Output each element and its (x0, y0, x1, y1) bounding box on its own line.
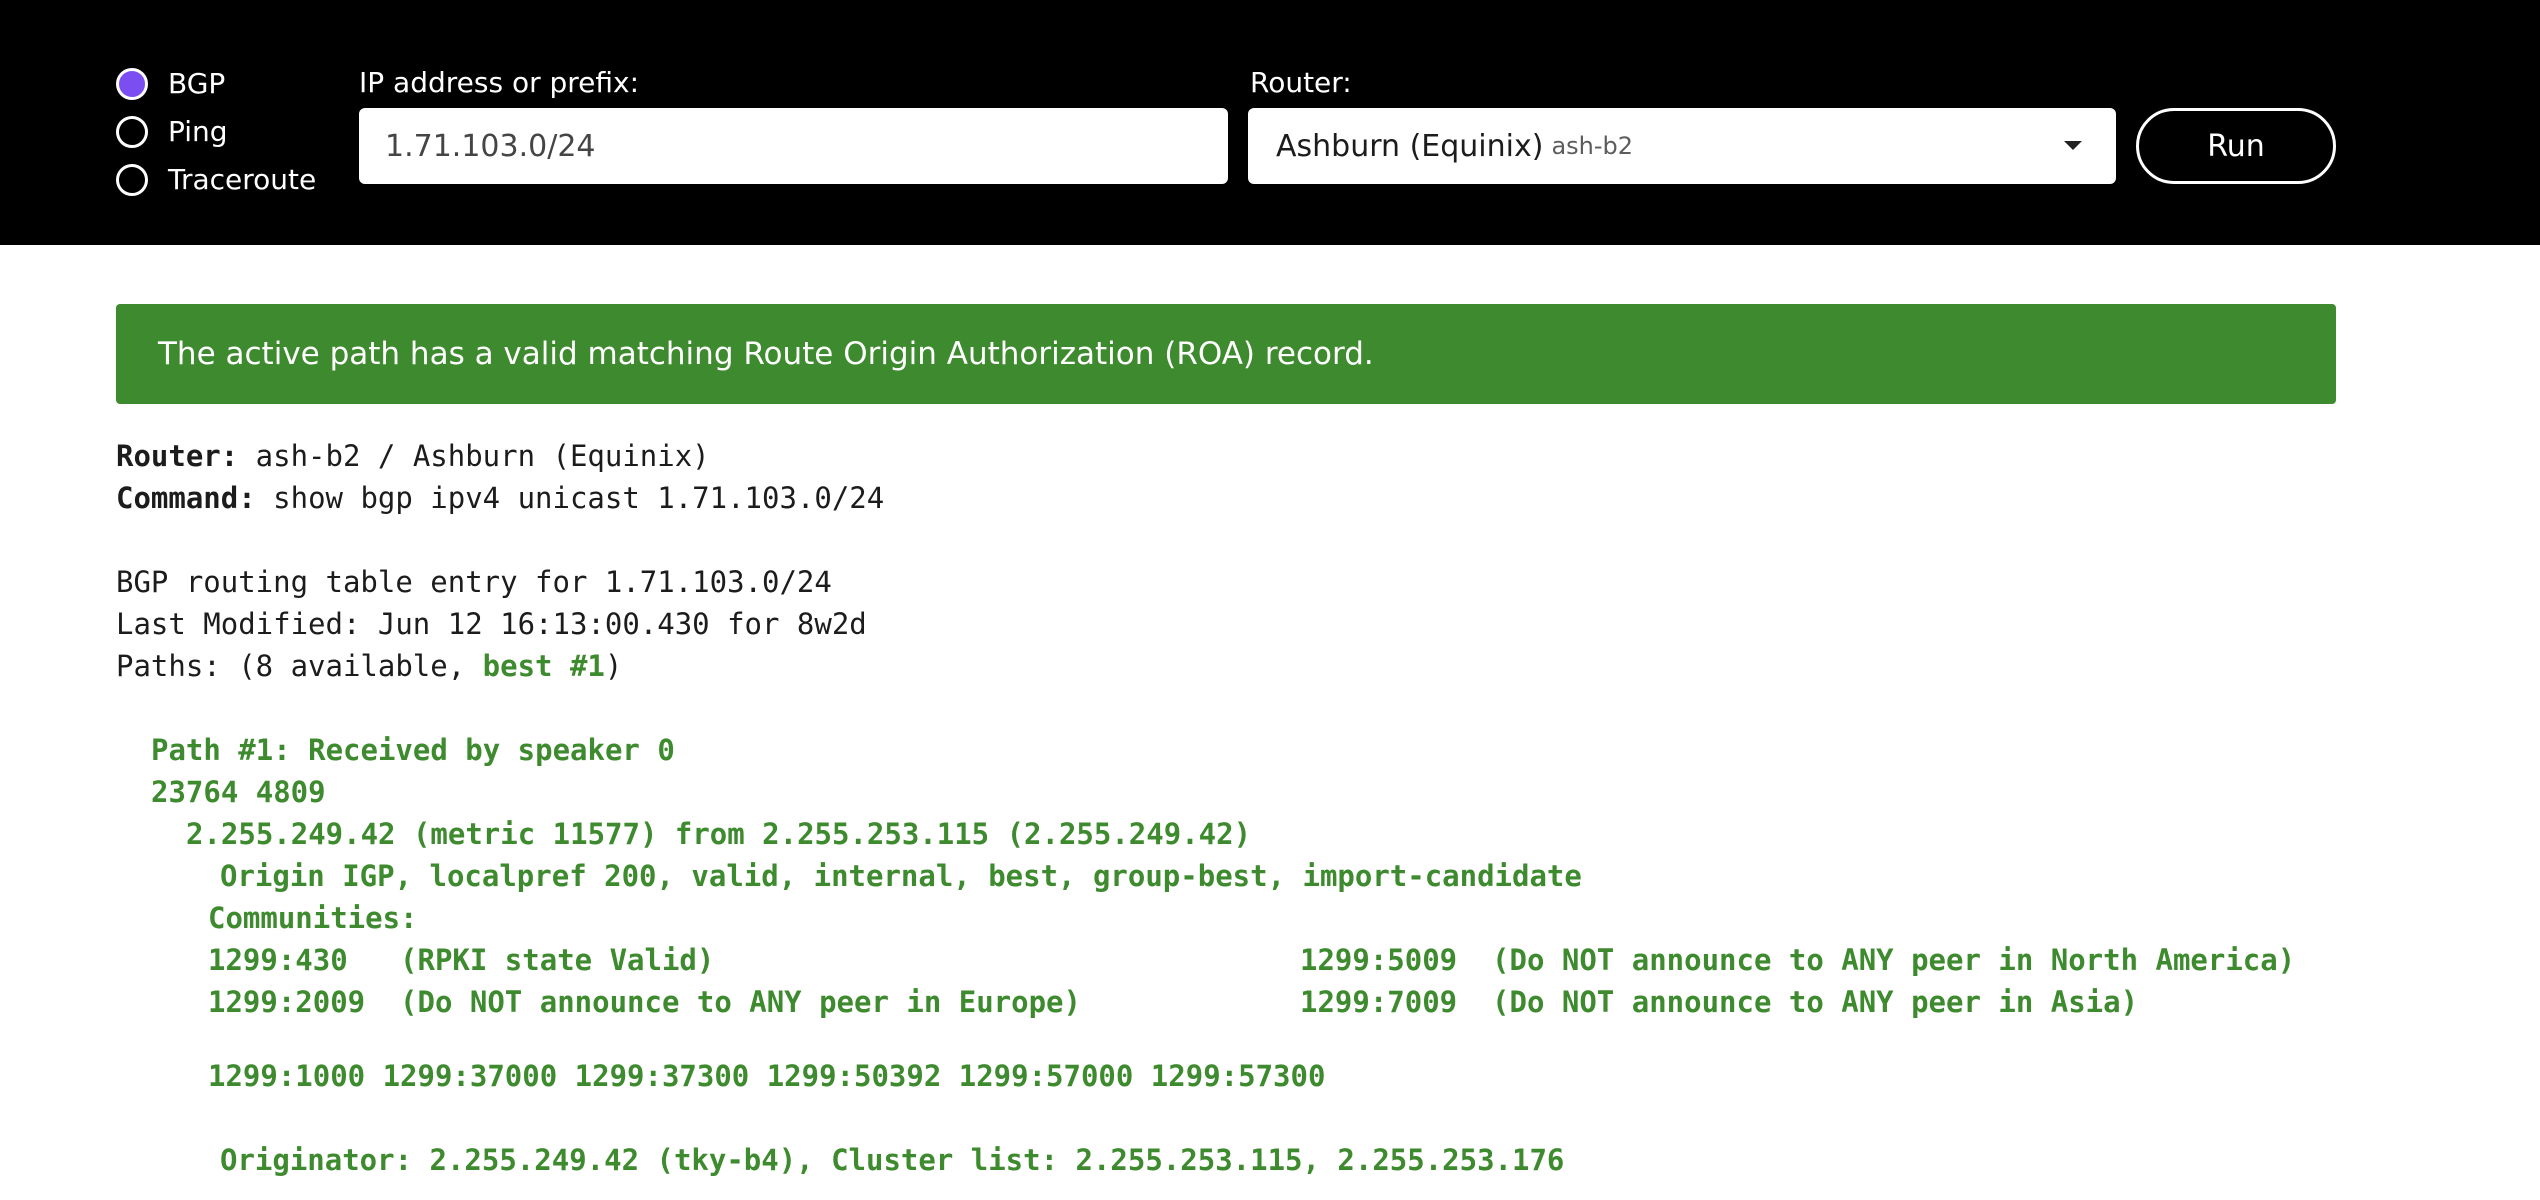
radio-ping-label: Ping (168, 115, 228, 148)
path-originator: Originator: 2.255.249.42 (tky-b4), Clust… (220, 1143, 1565, 1177)
radio-bgp-circle[interactable] (116, 68, 148, 100)
community-list: 1299:1000 1299:37000 1299:37300 1299:503… (208, 1059, 1326, 1093)
output-router-value: ash-b2 / Ashburn (Equinix) (238, 439, 710, 473)
query-type-group: BGP Ping Traceroute (116, 60, 316, 204)
output-paths-best: best #1 (482, 649, 605, 683)
radio-bgp-label: BGP (168, 67, 226, 100)
community-entry: 1299:7009 (Do NOT announce to ANY peer i… (1300, 985, 2139, 1019)
path-header: Path #1: Received by speaker 0 (151, 733, 675, 767)
bgp-output: Router: ash-b2 / Ashburn (Equinix) Comma… (116, 435, 2416, 1181)
community-row: 1299:2009 (Do NOT announce to ANY peer i… (116, 981, 2416, 1023)
output-last-modified: Last Modified: Jun 12 16:13:00.430 for 8… (116, 607, 867, 641)
radio-traceroute-label: Traceroute (168, 163, 317, 196)
radio-bgp[interactable]: BGP (116, 60, 316, 108)
radio-traceroute-circle[interactable] (116, 164, 148, 196)
router-select-code: ash-b2 (1551, 132, 1634, 160)
path-as-path: 23764 4809 (151, 775, 326, 809)
community-entry: 1299:430 (RPKI state Valid) (208, 943, 715, 977)
router-select[interactable]: Ashburn (Equinix) ash-b2 (1248, 108, 2116, 184)
ip-input[interactable] (359, 108, 1228, 184)
output-command-key: Command: (116, 481, 256, 515)
community-entry: 1299:2009 (Do NOT announce to ANY peer i… (208, 985, 1081, 1019)
output-entry-line: BGP routing table entry for 1.71.103.0/2… (116, 565, 832, 599)
ip-field-label: IP address or prefix: (359, 66, 640, 99)
path-origin: Origin IGP, localpref 200, valid, intern… (220, 859, 1582, 893)
output-paths-line: Paths: (8 available, best #1) (116, 645, 2416, 687)
radio-ping-circle[interactable] (116, 116, 148, 148)
roa-status-text: The active path has a valid matching Rou… (158, 336, 1374, 372)
radio-traceroute[interactable]: Traceroute (116, 156, 316, 204)
output-paths-suffix: ) (604, 649, 623, 683)
router-select-name: Ashburn (Equinix) (1276, 128, 1544, 164)
path-communities-label: Communities: (208, 901, 418, 935)
output-paths-prefix: Paths: (8 available, (116, 649, 483, 683)
roa-status-banner: The active path has a valid matching Rou… (116, 304, 2336, 404)
radio-ping[interactable]: Ping (116, 108, 316, 156)
community-row: 1299:430 (RPKI state Valid) 1299:5009 (Do… (116, 939, 2416, 981)
path-nexthop: 2.255.249.42 (metric 11577) from 2.255.2… (186, 817, 1252, 851)
output-router-key: Router: (116, 439, 239, 473)
output-router-line: Router: ash-b2 / Ashburn (Equinix) (116, 435, 2416, 477)
output-command-value: show bgp ipv4 unicast 1.71.103.0/24 (255, 481, 885, 515)
router-field-label: Router: (1250, 66, 1352, 99)
output-command-line: Command: show bgp ipv4 unicast 1.71.103.… (116, 477, 2416, 519)
query-bar: BGP Ping Traceroute IP address or prefix… (0, 0, 2540, 245)
caret-down-icon (2064, 141, 2082, 150)
community-entry: 1299:5009 (Do NOT announce to ANY peer i… (1300, 943, 2296, 977)
run-button[interactable]: Run (2136, 108, 2336, 184)
